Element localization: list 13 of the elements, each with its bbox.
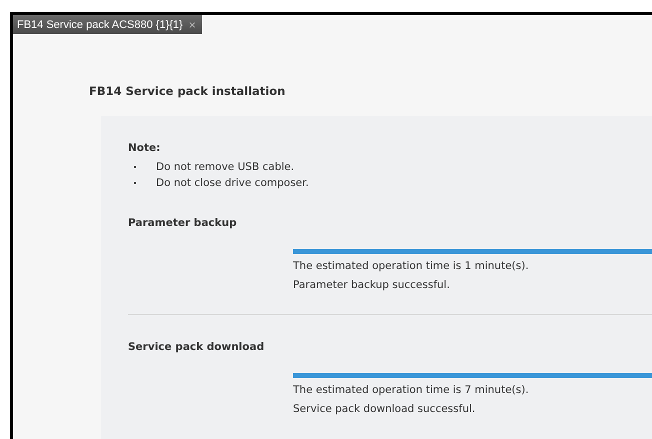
close-icon[interactable]: × (188, 18, 196, 32)
estimate-text: The estimated operation time is 1 minute(s). (293, 260, 530, 273)
document-tab[interactable]: FB14 Service pack ACS880 {1}{1} × (13, 15, 202, 34)
page-title: FB14 Service pack installation (89, 84, 286, 100)
step-heading: Parameter backup (128, 217, 238, 229)
status-text: Service pack download successful. (293, 403, 476, 416)
tab-label: FB14 Service pack ACS880 {1}{1} (17, 18, 183, 30)
step-heading: Service pack download (128, 341, 266, 353)
note-text: Do not close drive composer. (156, 177, 309, 189)
note-heading: Note: (128, 142, 162, 154)
estimate-text: The estimated operation time is 7 minute(s). (293, 384, 530, 397)
status-text: Parameter backup successful. (293, 279, 451, 292)
note-text: Do not remove USB cable. (156, 161, 294, 173)
